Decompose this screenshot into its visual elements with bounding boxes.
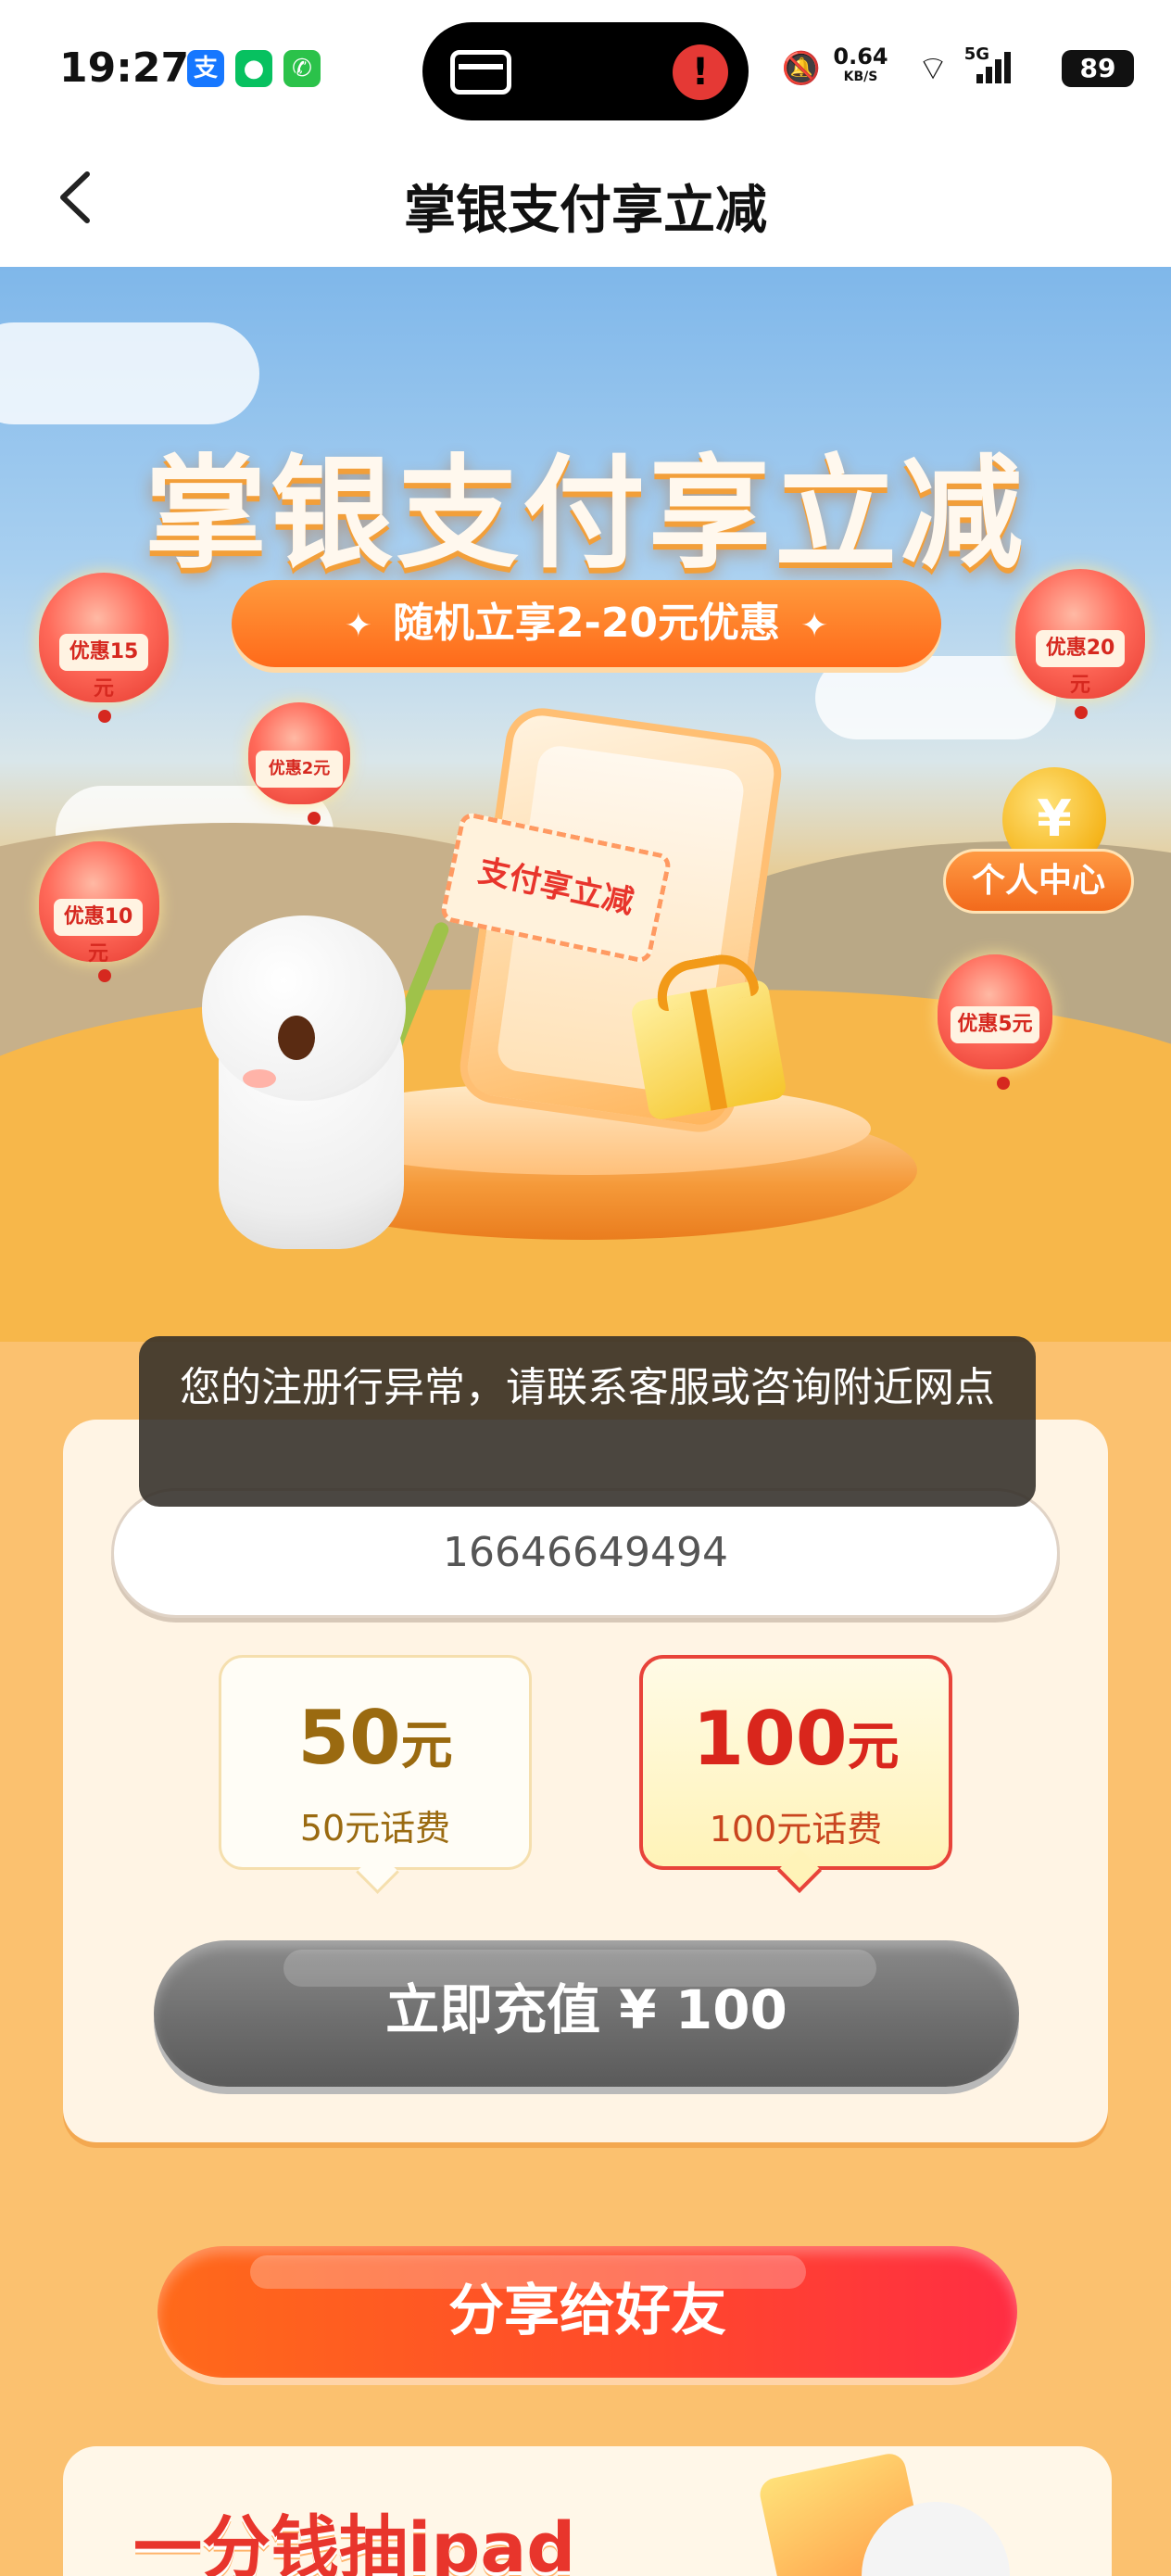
personal-center-button[interactable]: 个人中心 — [943, 849, 1134, 914]
lantern-2: 优惠2元 — [248, 702, 350, 825]
wechat-icon: ● — [235, 50, 272, 87]
lantern-20: 优惠20元 — [1015, 569, 1145, 719]
phone-number-input[interactable]: 16646649494 — [111, 1488, 1060, 1618]
lantern-label: 优惠5元 — [951, 1006, 1039, 1043]
cloud-decoration — [815, 656, 1056, 739]
recharge-button[interactable]: 立即充值 ¥ 100 — [154, 1940, 1019, 2087]
mascot-blush — [243, 1069, 276, 1088]
mascot-head — [202, 915, 406, 1101]
lantern-10: 优惠10元 — [39, 841, 159, 982]
wifi-icon: ⌔ — [917, 50, 949, 88]
share-button[interactable]: 分享给好友 — [157, 2246, 1017, 2378]
phone-icon: ✆ — [283, 50, 321, 87]
promo-banner: 掌银支付享立减 ✦ 随机立享2-20元优惠 ✦ 优惠15元 优惠2元 优惠10元 优… — [0, 267, 1171, 1342]
lantern-label: 优惠15元 — [59, 634, 148, 701]
battery-indicator: 89 — [1062, 50, 1134, 87]
lantern-5: 优惠5元 — [938, 954, 1052, 1090]
net-speed: 0.64 KB/S — [828, 44, 893, 87]
lantern-label: 优惠2元 — [256, 751, 343, 788]
amount-option-50[interactable]: 50元 50元话费 — [219, 1655, 532, 1870]
nav-bar: 掌银支付享立减 — [0, 139, 1171, 267]
promo-text: 随机立享2-20元优惠 — [392, 600, 781, 647]
amount-option-100[interactable]: 100元 100元话费 — [639, 1655, 952, 1870]
net-speed-value: 0.64 — [833, 44, 888, 69]
cloud-decoration — [0, 322, 259, 424]
option-value: 100元 — [692, 1696, 900, 1782]
lantern-label: 优惠10元 — [54, 899, 143, 966]
status-time: 19:27 — [59, 44, 190, 92]
alipay-icon: 支 — [187, 50, 224, 87]
lantern-label: 优惠20元 — [1036, 630, 1125, 697]
lantern-15: 优惠15元 — [39, 573, 169, 723]
lottery-title: 一分钱抽ipad — [133, 2508, 576, 2576]
gift-box-icon — [629, 978, 788, 1122]
net-speed-unit: KB/S — [843, 69, 878, 84]
promo-pill: ✦ 随机立享2-20元优惠 ✦ — [232, 580, 941, 667]
option-desc: 50元话费 — [299, 1808, 451, 1849]
status-bar: 19:27 支 ● ✆ ! 🔕 0.64 KB/S ⌔ 5G 89 — [0, 0, 1171, 139]
recharge-label: 立即充值 ¥ 100 — [385, 1978, 787, 2041]
mute-bell-icon: 🔕 — [781, 50, 821, 87]
option-desc: 100元话费 — [709, 1809, 883, 1850]
error-toast: 您的注册行异常，请联系客服或咨询附近网点 — [139, 1336, 1036, 1507]
page-title: 掌银支付享立减 — [404, 181, 767, 241]
sparkle-icon: ✦ — [344, 607, 372, 645]
sparkle-icon: ✦ — [800, 607, 829, 645]
signal-icon — [976, 52, 1014, 83]
mascot-eye — [278, 1016, 315, 1060]
option-value: 50元 — [297, 1695, 453, 1781]
banner-title: 掌银支付享立减 — [145, 443, 1026, 586]
status-indicators: 🔕 0.64 KB/S ⌔ 5G 89 — [560, 44, 1134, 91]
card-shield-icon — [450, 50, 511, 95]
